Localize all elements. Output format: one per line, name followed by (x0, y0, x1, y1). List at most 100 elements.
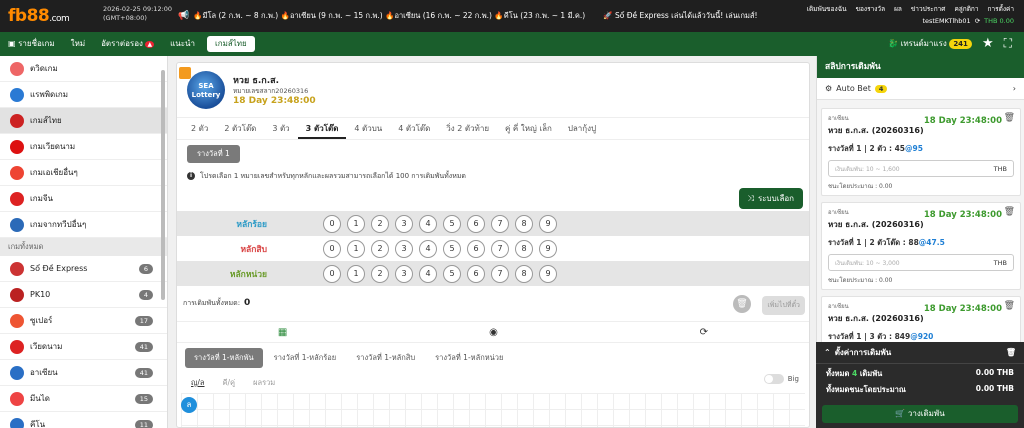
tab-4d-top[interactable]: 4 ตัวบน (346, 118, 390, 139)
grid-icon[interactable]: ▦ (278, 327, 287, 338)
tab-odd-even[interactable]: คู่ คี่ ใหญ่ เล็ก (497, 118, 560, 139)
digit-ball[interactable]: 2 (371, 264, 389, 283)
trash-icon[interactable]: 🗑 (1004, 207, 1015, 217)
digit-ball[interactable]: 6 (467, 264, 485, 283)
rules-link[interactable]: คลู่กติกา (954, 4, 978, 14)
toggle-switch[interactable] (763, 374, 784, 384)
slip-card: อาเซียน หวย ธ.ก.ส. (20260316) 18 Day 23:… (821, 202, 1021, 290)
sidebar-game[interactable]: ซูเปอร์ 17 (0, 308, 167, 334)
subtab-units[interactable]: รางวัลที่ 1-หลักหน่วย (426, 348, 512, 368)
sidebar-game[interactable]: คีโน 11 (0, 412, 167, 428)
sidebar-game[interactable]: เวียดนาม 41 (0, 334, 167, 360)
digit-ball[interactable]: 9 (539, 264, 557, 283)
fullscreen-icon[interactable]: ⛶ (1004, 36, 1012, 51)
news-link[interactable]: ข่าวประกาศ (911, 4, 946, 14)
digit-ball[interactable]: 8 (515, 264, 533, 283)
tab-2d[interactable]: 2 ตัว (183, 118, 216, 139)
place-bet-button[interactable]: 🛒 วางเดิมพัน (822, 405, 1018, 423)
star-icon[interactable]: ★ (982, 36, 994, 51)
tab-run-2d[interactable]: วิ่ง 2 ตัวท้าย (438, 118, 497, 139)
tab-3d-tod[interactable]: 3 ตัวโต๊ด (297, 118, 347, 139)
auto-bet-row[interactable]: ⚙ Auto Bet 4 › (817, 78, 1024, 100)
nav-game-list[interactable]: ▣ รายชื่อเกม (0, 32, 63, 56)
game-icon (10, 417, 24, 428)
sidebar-section-all: เกมทั้งหมด (0, 238, 167, 256)
logo[interactable]: fb88.com (8, 6, 70, 26)
favorite-icon[interactable] (179, 67, 191, 79)
digit-ball[interactable]: 2 (371, 214, 389, 233)
sidebar-game[interactable]: PK10 4 (0, 282, 167, 308)
sidebar-game[interactable]: มีนได 15 (0, 386, 167, 412)
digit-ball[interactable]: 6 (467, 239, 485, 258)
nav-thai-games[interactable]: เกมส์ไทย (206, 36, 255, 52)
digit-ball[interactable]: 9 (539, 214, 557, 233)
scrollbar[interactable] (161, 70, 165, 300)
stake-input[interactable]: เงินเดิมพัน: 10 ~ 1,600 THB (828, 160, 1014, 177)
digit-ball[interactable]: 7 (491, 239, 509, 258)
trash-icon[interactable]: 🗑 (1006, 348, 1016, 357)
digit-ball[interactable]: 4 (419, 214, 437, 233)
settings-header[interactable]: ⌃ ตั้งค่าการเดิมพัน 🗑 (816, 342, 1024, 364)
digit-ball[interactable]: 4 (419, 264, 437, 283)
digit-ball[interactable]: 1 (347, 264, 365, 283)
sidebar-item-rapid[interactable]: แรพพิดเกม (0, 82, 167, 108)
digit-ball[interactable]: 0 (323, 239, 341, 258)
subtab-thousands[interactable]: รางวัลที่ 1-หลักพัน (185, 348, 263, 368)
digit-ball[interactable]: 9 (539, 239, 557, 258)
stake-input[interactable]: เงินเดิมพัน: 10 ~ 3,000 THB (828, 254, 1014, 271)
digit-ball[interactable]: 3 (395, 264, 413, 283)
sidebar-item-china[interactable]: เกมจีน (0, 186, 167, 212)
trash-icon[interactable]: 🗑 (733, 295, 751, 313)
digit-ball[interactable]: 5 (443, 264, 461, 283)
tab-big-small[interactable]: ญ/ล (191, 377, 205, 389)
sidebar-game[interactable]: อาเซียน 41 (0, 360, 167, 386)
nav-recommend[interactable]: แนะนำ (162, 32, 203, 56)
digit-ball[interactable]: 7 (491, 264, 509, 283)
digit-ball[interactable]: 3 (395, 239, 413, 258)
sidebar-item-other[interactable]: เกมจากทวีปอื่นๆ (0, 212, 167, 238)
results-link[interactable]: ผล (894, 4, 902, 14)
digit-ball[interactable]: 1 (347, 214, 365, 233)
digit-ball[interactable]: 3 (395, 214, 413, 233)
tab-sum[interactable]: ผลรวม (253, 377, 275, 389)
big-toggle[interactable]: Big (763, 374, 799, 384)
tab-odd-even[interactable]: คี/คู่ (223, 377, 236, 389)
digit-ball[interactable]: 4 (419, 239, 437, 258)
digit-ball[interactable]: 0 (323, 264, 341, 283)
random-pick-button[interactable]: ⤨ ระบบเลือก (738, 188, 803, 209)
refresh-icon[interactable]: ⟳ (975, 17, 980, 25)
digit-balls: 0123456789 (323, 214, 557, 233)
digit-ball[interactable]: 0 (323, 214, 341, 233)
nav-new[interactable]: ใหม่ (63, 32, 93, 56)
trash-icon[interactable]: 🗑 (1004, 301, 1015, 311)
subtab-hundreds[interactable]: รางวัลที่ 1-หลักร้อย (265, 348, 346, 368)
digit-ball[interactable]: 8 (515, 239, 533, 258)
digit-ball[interactable]: 5 (443, 239, 461, 258)
sidebar-game[interactable]: Sổ Đề Express 6 (0, 256, 167, 282)
rewards-link[interactable]: ของรางวัล (856, 4, 885, 14)
trend-button[interactable]: 🐉 เทรนด์มาแรง 241 (888, 37, 972, 50)
subtab-tens[interactable]: รางวัลที่ 1-หลักสิบ (347, 348, 424, 368)
digit-ball[interactable]: 5 (443, 214, 461, 233)
digit-ball[interactable]: 6 (467, 214, 485, 233)
tab-2d-tod[interactable]: 2 ตัวโต๊ด (216, 118, 264, 139)
sidebar-item-quick[interactable]: ตวิดเกม (0, 56, 167, 82)
tab-fish-shrimp[interactable]: ปลากุ้งปู (560, 118, 604, 139)
digit-ball[interactable]: 8 (515, 214, 533, 233)
add-to-slip-button[interactable]: เพิ่มไปที่ตั๋ว (762, 296, 805, 315)
digit-ball[interactable]: 7 (491, 214, 509, 233)
sidebar-item-thai[interactable]: เกมส์ไทย (0, 108, 167, 134)
round-chip[interactable]: รางวัลที่ 1 (187, 145, 240, 163)
nav-odds[interactable]: อัตราต่อรอง ▲ (93, 32, 162, 56)
settings-link[interactable]: การตั้งค่า (988, 4, 1014, 14)
digit-ball[interactable]: 1 (347, 239, 365, 258)
sidebar-item-asia[interactable]: เกมเอเชียอื่นๆ (0, 160, 167, 186)
digit-ball[interactable]: 2 (371, 239, 389, 258)
refresh-icon[interactable]: ⟳ (700, 327, 708, 338)
tab-4d-tod[interactable]: 4 ตัวโต๊ด (390, 118, 438, 139)
tab-3d[interactable]: 3 ตัว (264, 118, 297, 139)
ball-icon[interactable]: ◉ (489, 327, 498, 338)
my-bets-link[interactable]: เดิมพันของฉัน (807, 4, 847, 14)
sidebar-item-vietnam[interactable]: เกมเวียดนาม (0, 134, 167, 160)
trash-icon[interactable]: 🗑 (1004, 113, 1015, 123)
